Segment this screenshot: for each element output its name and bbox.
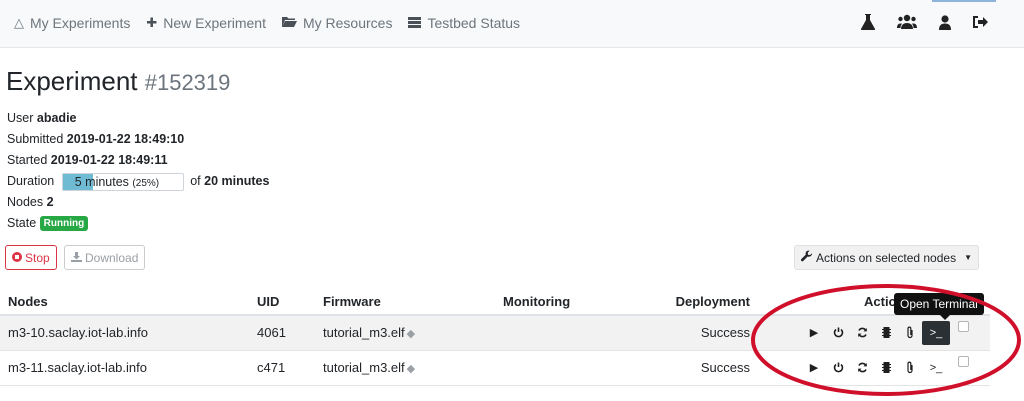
info-state: State Running [7, 213, 269, 234]
info-user: User abadie [7, 108, 269, 129]
col-header-uid[interactable]: UID [249, 289, 315, 316]
duration-value: 5 minutes [74, 174, 129, 189]
info-user-label: User [7, 111, 34, 125]
flask-icon: △ [14, 15, 24, 30]
nav-testbed-status[interactable]: Testbed Status [408, 15, 520, 31]
duration-progress-text: 5 minutes (25%) [75, 175, 159, 191]
wrench-icon [800, 250, 813, 265]
main-nav: △ My Experiments ✚ New Experiment My Res… [14, 15, 520, 31]
nav-my-resources-label: My Resources [302, 15, 393, 31]
col-header-nodes[interactable]: Nodes [0, 289, 249, 316]
info-started-value: 2019-01-22 18:49:11 [50, 153, 168, 167]
nav-new-experiment-label: New Experiment [163, 15, 266, 31]
info-nodes: Nodes 2 [7, 192, 269, 213]
user-icon[interactable] [939, 14, 951, 35]
cell-monitoring [495, 350, 635, 386]
highlight-ellipse [751, 284, 1021, 396]
stop-icon [12, 251, 22, 265]
nav-my-experiments[interactable]: △ My Experiments [14, 15, 130, 31]
page-title: Experiment #152319 [6, 66, 230, 97]
info-started: Started 2019-01-22 18:49:11 [7, 150, 269, 171]
top-navbar: △ My Experiments ✚ New Experiment My Res… [0, 0, 1024, 48]
nav-my-resources[interactable]: My Resources [281, 15, 393, 31]
duration-total: 20 minutes [204, 174, 270, 188]
info-duration: Duration 5 minutes (25%) of 20 minutes [7, 171, 269, 192]
cell-firmware: tutorial_m3.elf ◆ [315, 350, 495, 386]
duration-of-label: of [190, 174, 201, 188]
info-duration-label: Duration [7, 174, 55, 188]
cell-uid: c471 [249, 350, 315, 386]
user-nav [861, 14, 988, 35]
caret-down-icon: ▼ [964, 253, 972, 262]
actions-dropdown-button[interactable]: Actions on selected nodes ▼ [793, 245, 979, 270]
page-title-text: Experiment [6, 66, 138, 96]
server-icon [408, 16, 422, 31]
firmware-name: tutorial_m3.elf [323, 360, 405, 375]
info-submitted: Submitted 2019-01-22 18:49:10 [7, 129, 269, 150]
sign-out-icon[interactable] [973, 15, 988, 34]
nav-testbed-status-label: Testbed Status [427, 15, 521, 31]
actions-dropdown-label: Actions on selected nodes [815, 250, 957, 265]
cell-node: m3-11.saclay.iot-lab.info [0, 350, 249, 386]
tag-icon[interactable]: ◆ [407, 363, 415, 375]
highlight-ring [751, 284, 1021, 396]
info-user-value: abadie [36, 111, 77, 125]
col-header-firmware[interactable]: Firmware [315, 289, 495, 316]
info-submitted-value: 2019-01-22 18:49:10 [66, 132, 185, 146]
tag-icon[interactable]: ◆ [407, 328, 415, 340]
navbar-accent-line [932, 0, 996, 2]
col-header-monitoring[interactable]: Monitoring [495, 289, 635, 316]
download-button[interactable]: Download [64, 245, 146, 270]
info-nodes-label: Nodes [7, 195, 44, 209]
info-nodes-value: 2 [46, 195, 54, 209]
status-badge: Running [39, 216, 89, 231]
info-started-label: Started [7, 153, 48, 167]
info-state-label: State [7, 216, 37, 230]
folder-icon [281, 16, 297, 31]
users-icon[interactable] [897, 14, 917, 35]
experiment-id: #152319 [144, 70, 231, 95]
info-submitted-label: Submitted [7, 132, 64, 146]
cell-uid: 4061 [249, 315, 315, 351]
duration-progress-bar: 5 minutes (25%) [61, 172, 184, 191]
nav-my-experiments-label: My Experiments [30, 15, 131, 31]
duration-percent: (25%) [132, 177, 160, 189]
experiment-info: User abadie Submitted 2019-01-22 18:49:1… [7, 108, 269, 234]
cell-node: m3-10.saclay.iot-lab.info [0, 315, 249, 351]
nav-new-experiment[interactable]: ✚ New Experiment [146, 15, 266, 31]
stop-button-label: Stop [25, 250, 50, 265]
download-button-label: Download [85, 250, 139, 265]
stop-button[interactable]: Stop [5, 245, 57, 270]
download-icon [71, 251, 82, 265]
cell-monitoring [495, 315, 635, 351]
flask-icon[interactable] [861, 14, 875, 35]
firmware-name: tutorial_m3.elf [323, 325, 405, 341]
cell-firmware: tutorial_m3.elf ◆ [315, 315, 495, 351]
plus-icon: ✚ [146, 15, 158, 30]
